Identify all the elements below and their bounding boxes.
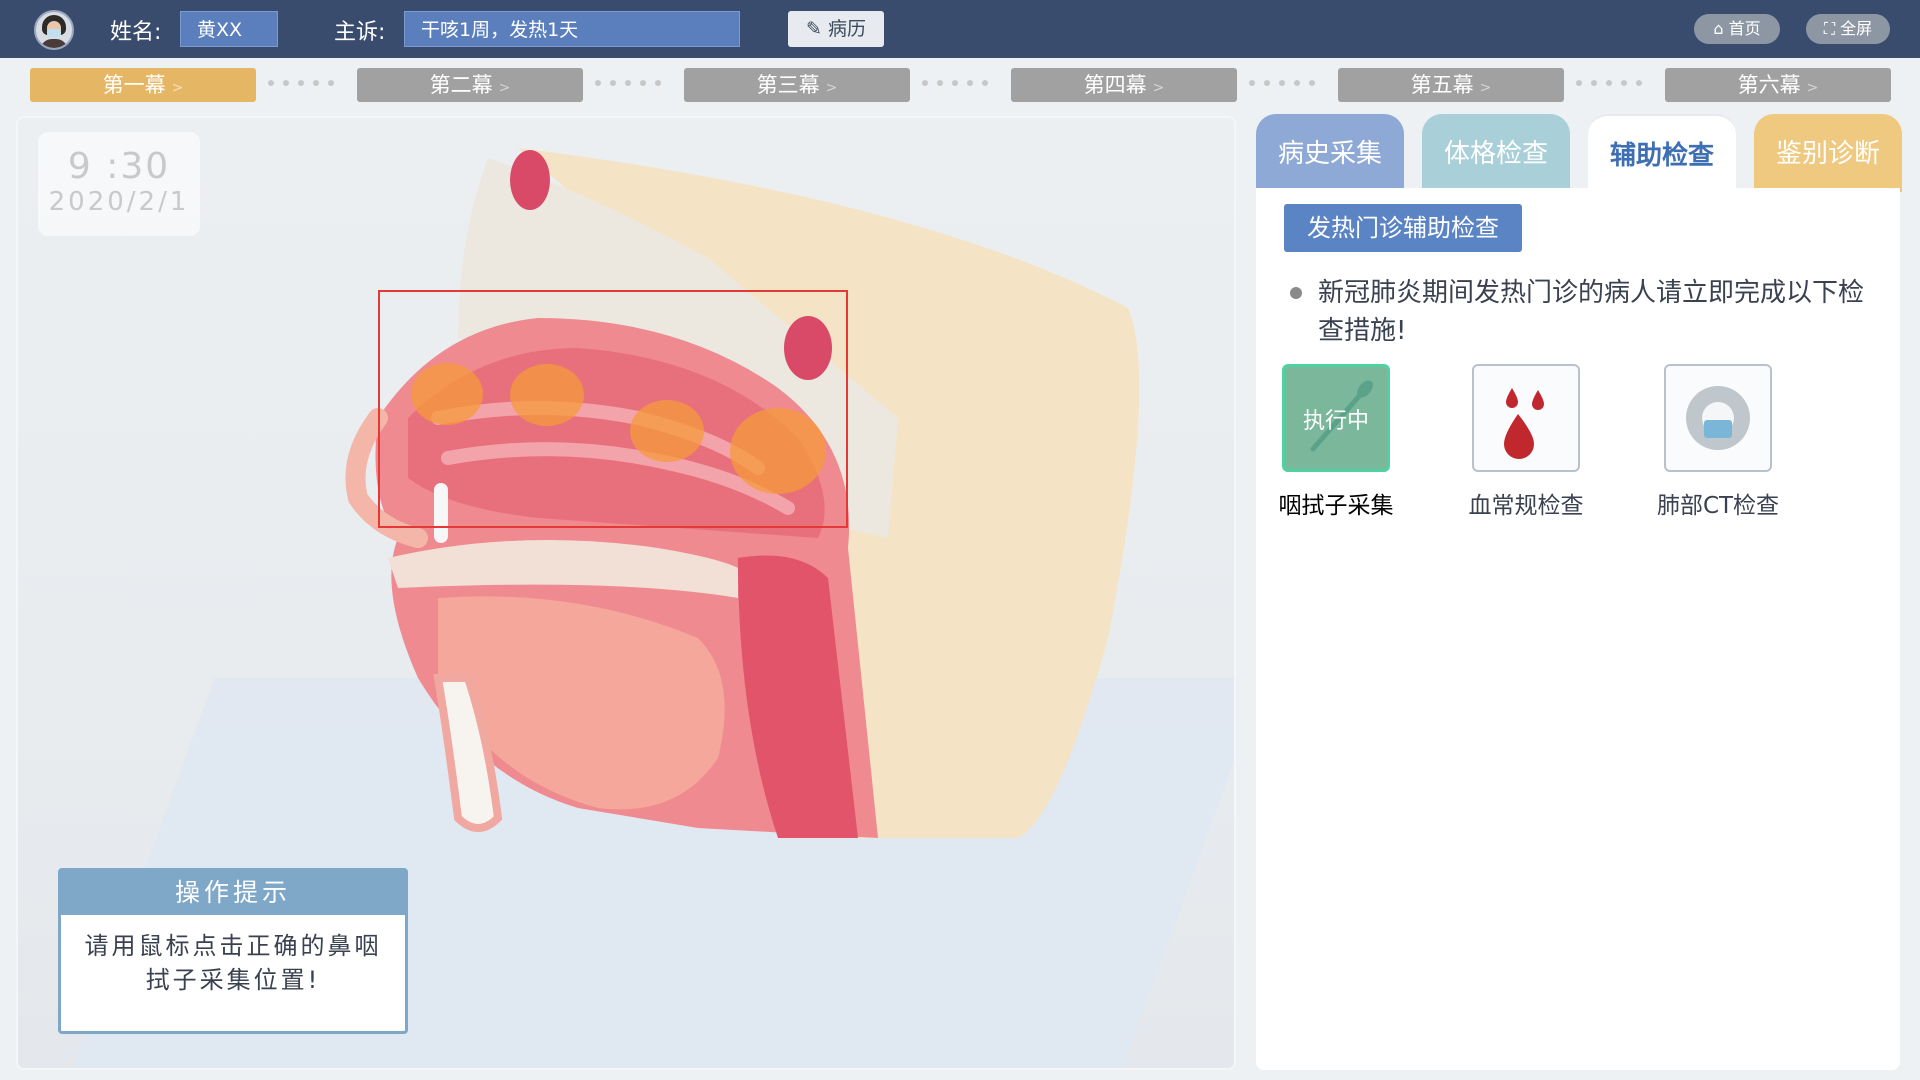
record-icon: ✎ — [806, 18, 822, 40]
act-connector — [1249, 80, 1315, 90]
operation-tip: 操作提示 请用鼠标点击正确的鼻咽拭子采集位置! — [58, 868, 408, 1034]
tab-physical-exam[interactable]: 体格检查 — [1422, 114, 1570, 192]
sampling-hotspot-3[interactable] — [630, 400, 704, 462]
tab-physical-exam-label: 体格检查 — [1443, 139, 1548, 169]
chevron-right-icon: > — [1479, 80, 1492, 96]
tab-history-label: 病史采集 — [1277, 139, 1382, 169]
chevron-right-icon: > — [825, 80, 838, 96]
clock-time: 9 :30 — [67, 146, 171, 187]
act-4[interactable]: 第四幕 > — [1011, 68, 1237, 102]
act-4-label: 第四幕 — [1083, 73, 1147, 97]
tip-title: 操作提示 — [61, 871, 405, 915]
exam-swab-button[interactable]: 执行中 — [1282, 364, 1390, 472]
blood-drop-icon — [1504, 388, 1544, 459]
act-5[interactable]: 第五幕 > — [1338, 68, 1564, 102]
complaint-value: 干咳1周，发热1天 — [404, 11, 740, 47]
top-bar: 姓名: 黄XX 主诉: 干咳1周，发热1天 ✎ 病历 ⌂ 首页 ⛶ 全屏 — [0, 0, 1920, 58]
act-connector — [922, 80, 988, 90]
notice: 新冠肺炎期间发热门诊的病人请立即完成以下检查措施! — [1290, 274, 1870, 350]
fullscreen-button-label: 全屏 — [1840, 19, 1873, 38]
home-button-label: 首页 — [1728, 19, 1761, 38]
act-1-label: 第一幕 — [102, 73, 166, 97]
section-title: 发热门诊辅助检查 — [1284, 204, 1522, 252]
chevron-right-icon: > — [1806, 80, 1819, 96]
act-6[interactable]: 第六幕 > — [1665, 68, 1891, 102]
chevron-right-icon: > — [498, 80, 511, 96]
act-3-label: 第三幕 — [756, 73, 820, 97]
act-2-label: 第二幕 — [429, 73, 493, 97]
act-connector — [1576, 80, 1642, 90]
medical-record-button[interactable]: ✎ 病历 — [788, 11, 884, 47]
simulation-scene[interactable]: 9 :30 2020/2/1 操作提示 请用鼠标点击正确的鼻咽拭子采集位置! — [16, 116, 1236, 1070]
sampling-hotspot-1[interactable] — [411, 363, 483, 425]
exam-swab-label: 咽拭子采集 — [1278, 493, 1394, 519]
tip-body: 请用鼠标点击正确的鼻咽拭子采集位置! — [84, 932, 382, 994]
fullscreen-button[interactable]: ⛶ 全屏 — [1806, 14, 1890, 44]
tab-history[interactable]: 病史采集 — [1256, 114, 1404, 192]
scene-clock: 9 :30 2020/2/1 — [38, 132, 200, 236]
act-5-label: 第五幕 — [1410, 73, 1474, 97]
tab-auxiliary-exam-label: 辅助检查 — [1609, 141, 1714, 171]
act-connector — [268, 80, 334, 90]
tab-auxiliary-exam[interactable]: 辅助检查 — [1588, 114, 1736, 196]
exam-blood-label: 血常规检查 — [1468, 493, 1584, 519]
home-button[interactable]: ⌂ 首页 — [1694, 14, 1780, 44]
tab-differential-diagnosis-label: 鉴别诊断 — [1775, 139, 1880, 169]
exam-status: 执行中 — [1302, 409, 1369, 434]
fullscreen-icon: ⛶ — [1823, 19, 1836, 38]
act-3[interactable]: 第三幕 > — [684, 68, 910, 102]
sampling-hotspot-4[interactable] — [730, 408, 826, 494]
act-1[interactable]: 第一幕 > — [30, 68, 256, 102]
exam-ct-button[interactable] — [1664, 364, 1772, 472]
exam-blood-button[interactable] — [1472, 364, 1580, 472]
act-connector — [595, 80, 661, 90]
notice-text: 新冠肺炎期间发热门诊的病人请立即完成以下检查措施! — [1318, 278, 1865, 346]
complaint-label: 主诉: — [334, 20, 386, 45]
record-button-label: 病历 — [827, 18, 866, 40]
bullet-icon — [1290, 287, 1302, 299]
name-label: 姓名: — [110, 20, 162, 45]
name-value: 黄XX — [180, 11, 278, 47]
chevron-right-icon: > — [171, 80, 184, 96]
act-2[interactable]: 第二幕 > — [357, 68, 583, 102]
ct-scanner-icon — [1686, 386, 1750, 450]
patient-avatar — [34, 10, 74, 50]
chevron-right-icon: > — [1152, 80, 1165, 96]
exam-ct-label: 肺部CT检查 — [1656, 493, 1780, 519]
tab-differential-diagnosis[interactable]: 鉴别诊断 — [1754, 114, 1902, 192]
sampling-hotspot-2[interactable] — [510, 364, 584, 426]
home-icon: ⌂ — [1713, 19, 1724, 38]
act-6-label: 第六幕 — [1737, 73, 1801, 97]
clock-date: 2020/2/1 — [48, 187, 190, 217]
